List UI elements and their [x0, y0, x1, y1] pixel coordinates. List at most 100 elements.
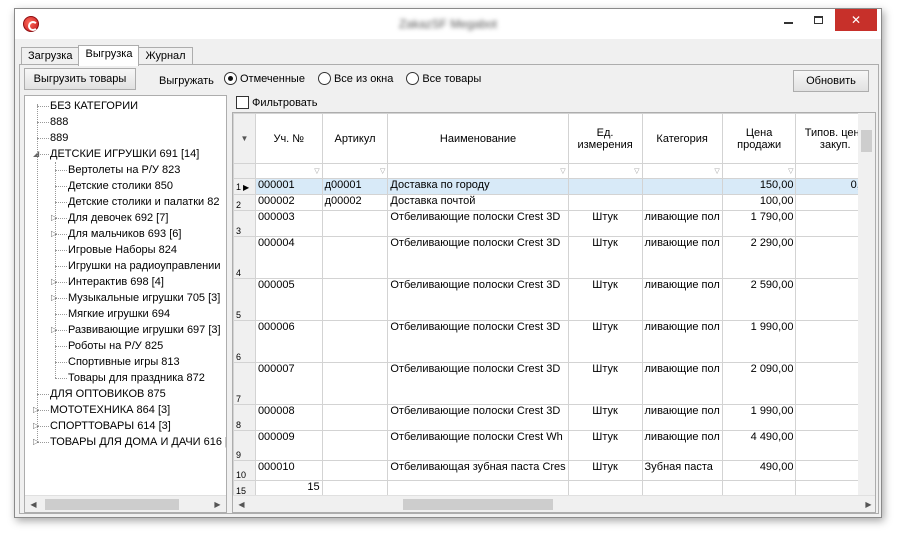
table-row[interactable]: 6 000006 Отбеливающие полоски Crest 3D Штук… [233, 320, 875, 363]
row-header[interactable]: 3 [233, 210, 256, 237]
tree-item[interactable]: Детские столики и палатки 82 [68, 194, 219, 210]
cell-name[interactable]: Доставка почтой [387, 194, 569, 211]
refresh-button[interactable]: Обновить [793, 70, 869, 92]
cell-category[interactable] [641, 194, 723, 211]
tree-item[interactable]: 889 [50, 130, 68, 146]
cell-id[interactable]: 000008 [254, 404, 323, 431]
cell-id[interactable]: 000006 [254, 320, 323, 363]
column-filter[interactable]: ▽ [641, 163, 723, 179]
cell-id[interactable]: 000004 [254, 236, 323, 279]
table-row[interactable]: 8 000008 Отбеливающие полоски Crest 3D Штук… [233, 404, 875, 431]
checkbox-indicator[interactable] [236, 96, 249, 109]
cell-category[interactable]: ливающие пол [641, 320, 723, 363]
filter-dropdown-icon[interactable]: ▽ [788, 167, 793, 175]
filter-dropdown-icon[interactable]: ▽ [634, 167, 639, 175]
cell-price[interactable]: 2 290,00 [721, 236, 797, 279]
cell-unit[interactable]: Штук [567, 210, 643, 237]
cell-price[interactable]: 150,00 [721, 178, 797, 195]
row-header[interactable]: 2 [233, 194, 256, 211]
radio-all-in-window[interactable]: Все из окна [317, 72, 393, 85]
cell-name[interactable]: Отбеливающие полоски Crest Wh [387, 430, 569, 461]
cell-unit[interactable]: Штук [567, 278, 643, 321]
tree-item[interactable]: Игрушки на радиоуправлении [68, 258, 220, 274]
table-row[interactable]: 3 000003 Отбеливающие полоски Crest 3D Штук… [233, 210, 875, 237]
cell-category[interactable]: ливающие пол [641, 362, 723, 405]
column-filter[interactable]: ▽ [721, 163, 797, 179]
tree-item[interactable]: Вертолеты на Р/У 823 [68, 162, 180, 178]
maximize-button[interactable] [803, 9, 833, 31]
grid-vertical-scrollbar[interactable] [858, 113, 875, 496]
cell-article[interactable] [321, 460, 389, 481]
cell-category[interactable]: ливающие пол [641, 236, 723, 279]
row-header[interactable]: 8 [233, 404, 256, 431]
cell-price[interactable]: 4 490,00 [721, 430, 797, 461]
filter-dropdown-icon[interactable]: ▽ [714, 167, 719, 175]
scroll-right-icon[interactable]: ▶ [209, 496, 226, 512]
tree-item[interactable]: БЕЗ КАТЕГОРИИ [50, 98, 138, 114]
tree-item[interactable]: ДЕТСКИЕ ИГРУШКИ 691 [14] [50, 146, 199, 162]
row-header[interactable]: 5 [233, 278, 256, 321]
radio-indicator[interactable] [317, 72, 331, 85]
tree-item[interactable]: Для мальчиков 693 [6] [68, 226, 181, 242]
table-row[interactable]: 10 000010 Отбеливающая зубная паста Cres Шт… [233, 460, 875, 481]
column-header-price[interactable]: Цена продажи [721, 113, 797, 164]
tree-item[interactable]: МОТОТЕХНИКА 864 [3] [50, 402, 170, 418]
cell-price[interactable]: 1 790,00 [721, 210, 797, 237]
cell-price[interactable]: 490,00 [721, 460, 797, 481]
cell-category[interactable] [641, 178, 723, 195]
cell-name[interactable]: Доставка по городу [387, 178, 569, 195]
cell-unit[interactable]: Штук [567, 320, 643, 363]
cell-price[interactable]: 2 590,00 [721, 278, 797, 321]
radio-checked-items[interactable]: Отмеченные [224, 72, 305, 85]
cell-id[interactable]: 000002 [254, 194, 323, 211]
scroll-thumb[interactable] [403, 499, 553, 510]
cell-price[interactable]: 1 990,00 [721, 404, 797, 431]
cell-article[interactable] [321, 278, 389, 321]
cell-name[interactable]: Отбеливающая зубная паста Cres [387, 460, 569, 481]
column-header-category[interactable]: Категория [641, 113, 723, 164]
grid-horizontal-scrollbar[interactable]: ◀ ▶ [233, 495, 875, 512]
table-row[interactable]: 7 000007 Отбеливающие полоски Crest 3D Штук… [233, 362, 875, 405]
cell-price[interactable]: 100,00 [721, 194, 797, 211]
radio-all-goods[interactable]: Все товары [406, 72, 481, 85]
cell-unit[interactable]: Штук [567, 430, 643, 461]
cell-name[interactable]: Отбеливающие полоски Crest 3D [387, 278, 569, 321]
table-row[interactable]: 5 000005 Отбеливающие полоски Crest 3D Штук… [233, 278, 875, 321]
cell-category[interactable]: Зубная паста [641, 460, 723, 481]
filter-checkbox[interactable]: Фильтровать [236, 96, 317, 109]
cell-id[interactable]: 000010 [254, 460, 323, 481]
tree-horizontal-scrollbar[interactable]: ◀ ▶ [25, 495, 226, 512]
category-tree[interactable]: ◀ ▶ БЕЗ КАТЕГОРИИ 888 889 ◢ ДЕТСКИЕ ИГРУШКИ … [24, 95, 227, 513]
row-header[interactable]: 4 [233, 236, 256, 279]
cell-unit[interactable]: Штук [567, 362, 643, 405]
cell-article[interactable] [321, 210, 389, 237]
filter-dropdown-icon[interactable]: ▽ [380, 167, 385, 175]
cell-name[interactable]: Отбеливающие полоски Crest 3D [387, 362, 569, 405]
cell-unit[interactable] [567, 194, 643, 211]
cell-name[interactable]: Отбеливающие полоски Crest 3D [387, 320, 569, 363]
tree-item[interactable]: Роботы на Р/У 825 [68, 338, 163, 354]
column-header-unit[interactable]: Ед. измерения [567, 113, 643, 164]
column-filter[interactable]: ▽ [567, 163, 643, 179]
tab-journal[interactable]: Журнал [138, 47, 193, 65]
cell-unit[interactable]: Штук [567, 236, 643, 279]
table-row[interactable]: 1▶000001д00001Доставка по городу150,000,… [233, 178, 875, 195]
tree-item[interactable]: Детские столики 850 [68, 178, 173, 194]
tree-item[interactable]: ТОВАРЫ ДЛЯ ДОМА И ДАЧИ 616 [6 [50, 434, 226, 450]
cell-category[interactable]: ливающие пол [641, 404, 723, 431]
title-bar[interactable]: ZakazSF Megabot ✕ [15, 9, 881, 39]
row-header[interactable]: 1 ▶ [233, 178, 256, 195]
scroll-left-icon[interactable]: ◀ [233, 496, 250, 512]
tree-item[interactable]: СПОРТТОВАРЫ 614 [3] [50, 418, 171, 434]
cell-id[interactable]: 000005 [254, 278, 323, 321]
cell-name[interactable]: Отбеливающие полоски Crest 3D [387, 210, 569, 237]
row-header[interactable]: 6 [233, 320, 256, 363]
cell-price[interactable]: 2 090,00 [721, 362, 797, 405]
radio-indicator[interactable] [406, 72, 420, 85]
column-filter[interactable]: ▽ [387, 163, 569, 179]
tree-item[interactable]: Мягкие игрушки 694 [68, 306, 170, 322]
tab-load[interactable]: Загрузка [21, 47, 80, 65]
table-row[interactable]: 2 000002 д00002 Доставка почтой 100,00 [233, 194, 875, 211]
tree-item[interactable]: Интерактив 698 [4] [68, 274, 164, 290]
goods-grid[interactable]: ▼ Уч. № Артикул Наименование Ед. измерен… [232, 112, 876, 513]
